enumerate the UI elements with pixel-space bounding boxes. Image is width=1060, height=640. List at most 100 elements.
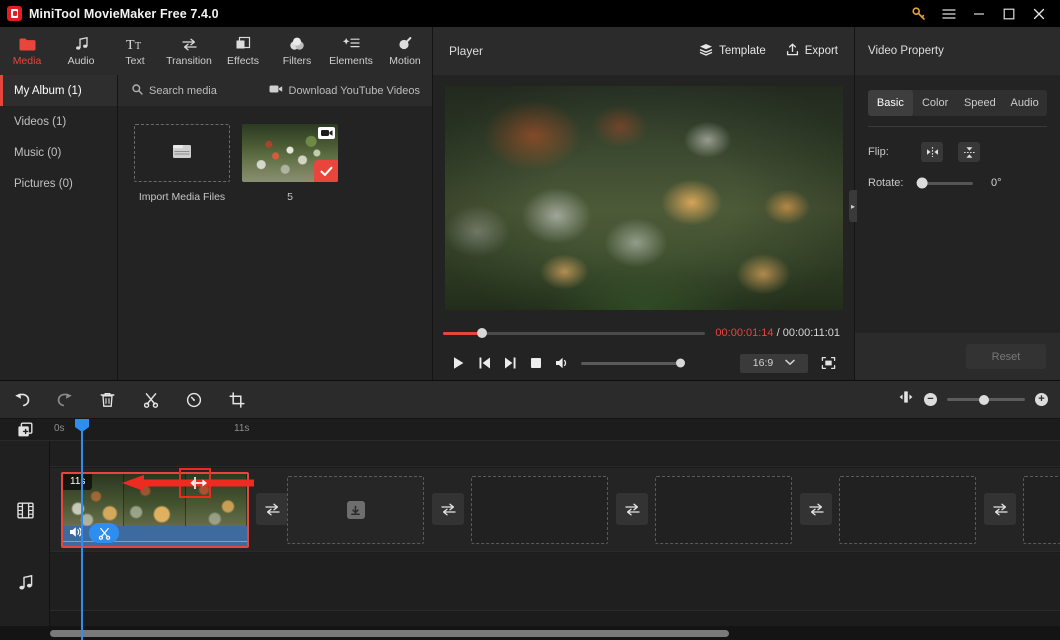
crop-icon[interactable] xyxy=(215,381,258,419)
add-media-icon[interactable] xyxy=(0,419,50,441)
sidebar-item-videos[interactable]: Videos (1) xyxy=(0,106,117,137)
transition-slot-button[interactable] xyxy=(616,493,648,525)
toolbar-item-text[interactable]: TT Text xyxy=(108,27,162,75)
aspect-ratio-select[interactable]: 16:9 xyxy=(740,353,808,373)
timeline-placeholder-slot[interactable] xyxy=(1023,476,1060,544)
tab-color[interactable]: Color xyxy=(913,90,958,116)
plus-icon[interactable]: + xyxy=(1035,393,1048,406)
player-header: Player Template Export xyxy=(433,27,854,75)
minus-icon[interactable]: − xyxy=(924,393,937,406)
export-button[interactable]: Export xyxy=(786,43,838,59)
download-youtube-label: Download YouTube Videos xyxy=(288,84,421,97)
film-strip-icon[interactable] xyxy=(0,468,50,552)
rotate-knob[interactable] xyxy=(916,177,928,189)
search-input[interactable]: Search media xyxy=(132,83,217,98)
flip-label: Flip: xyxy=(868,146,889,158)
key-icon[interactable] xyxy=(904,0,934,27)
timeline-zoom-knob[interactable] xyxy=(979,394,990,405)
toolbar-item-effects[interactable]: Effects xyxy=(216,27,270,75)
tab-label: Speed xyxy=(963,97,996,109)
toolbar-item-elements[interactable]: Elements xyxy=(324,27,378,75)
tab-basic[interactable]: Basic xyxy=(868,90,913,116)
timeline-toolbar: − + xyxy=(0,381,1060,419)
close-icon[interactable] xyxy=(1024,0,1054,27)
tab-label: Color xyxy=(921,97,949,109)
toolbar-item-filters[interactable]: Filters xyxy=(270,27,324,75)
media-thumbnail-item[interactable]: 5 xyxy=(242,124,338,203)
tab-speed[interactable]: Speed xyxy=(958,90,1003,116)
playback-progress-row: 00:00:01:14 / 00:00:11:01 xyxy=(433,320,854,346)
timeline-placeholder-slot[interactable] xyxy=(287,476,424,544)
hamburger-menu-icon[interactable] xyxy=(934,0,964,27)
stop-icon[interactable] xyxy=(523,350,549,376)
sidebar-item-pictures[interactable]: Pictures (0) xyxy=(0,168,117,199)
media-panel: My Album (1) Videos (1) Music (0) Pictur… xyxy=(0,75,432,380)
timeline-placeholder-slot[interactable] xyxy=(655,476,792,544)
trash-icon[interactable] xyxy=(86,381,129,419)
time-separator: / xyxy=(773,327,783,339)
panel-collapse-chevron-right-icon[interactable]: ▸ xyxy=(849,190,857,222)
toolbar-item-transition[interactable]: Transition xyxy=(162,27,216,75)
redo-arrow-icon[interactable] xyxy=(43,381,86,419)
fullscreen-icon[interactable] xyxy=(816,352,840,374)
vertical-divider-left xyxy=(432,27,433,380)
toolbar-label: Media xyxy=(12,55,42,67)
next-icon[interactable] xyxy=(497,350,523,376)
video-preview[interactable] xyxy=(444,85,843,310)
video-stage xyxy=(433,75,854,320)
transition-slot-button[interactable] xyxy=(984,493,1016,525)
play-icon[interactable] xyxy=(445,350,471,376)
volume-knob[interactable] xyxy=(676,358,685,368)
svg-text:T: T xyxy=(135,41,141,51)
toolbar-item-audio[interactable]: Audio xyxy=(54,27,108,75)
ruler-ticks[interactable]: 0s 11s xyxy=(50,419,1060,441)
playback-buttons: 16:9 xyxy=(433,346,854,380)
rotate-slider[interactable] xyxy=(916,177,973,189)
toolbar-item-motion[interactable]: Motion xyxy=(378,27,432,75)
timeline-placeholder-slot[interactable] xyxy=(839,476,976,544)
timeline-playhead[interactable] xyxy=(75,419,89,640)
fit-to-window-icon[interactable] xyxy=(898,390,914,409)
music-note-track-icon[interactable] xyxy=(0,553,50,611)
transition-slot-button[interactable] xyxy=(256,493,288,525)
property-tabs: Basic Color Speed Audio xyxy=(868,90,1047,116)
transition-slot-button[interactable] xyxy=(800,493,832,525)
media-thumbnail[interactable] xyxy=(242,124,338,182)
timeline-audio-track[interactable] xyxy=(50,553,1060,611)
volume-icon[interactable] xyxy=(549,350,575,376)
clip-split-button[interactable] xyxy=(89,523,119,543)
music-note-icon xyxy=(74,35,89,52)
scrollbar-thumb[interactable] xyxy=(50,630,729,637)
tab-audio[interactable]: Audio xyxy=(1002,90,1047,116)
flip-horizontal-icon[interactable] xyxy=(921,142,943,162)
sidebar-item-my-album[interactable]: My Album (1) xyxy=(0,75,117,106)
speedometer-icon[interactable] xyxy=(172,381,215,419)
toolbar-item-media[interactable]: Media xyxy=(0,27,54,75)
tab-label: Basic xyxy=(876,97,904,109)
progress-knob[interactable] xyxy=(477,328,488,338)
sidebar-item-music[interactable]: Music (0) xyxy=(0,137,117,168)
timeline-zoom-slider[interactable] xyxy=(947,394,1025,405)
minimize-icon[interactable] xyxy=(964,0,994,27)
undo-arrow-icon[interactable] xyxy=(0,381,43,419)
download-youtube-button[interactable]: Download YouTube Videos xyxy=(269,84,421,97)
transition-slot-button[interactable] xyxy=(432,493,464,525)
reset-button[interactable]: Reset xyxy=(966,344,1046,369)
scissors-icon[interactable] xyxy=(129,381,172,419)
import-dropzone[interactable] xyxy=(134,124,230,182)
previous-icon[interactable] xyxy=(471,350,497,376)
import-media-tile[interactable]: Import Media Files xyxy=(134,124,230,203)
volume-slider[interactable] xyxy=(581,358,685,368)
timeline-clip[interactable]: 11s xyxy=(61,472,249,548)
flip-vertical-icon[interactable] xyxy=(958,142,980,162)
timeline-horizontal-scrollbar[interactable] xyxy=(0,626,1060,640)
maximize-icon[interactable] xyxy=(994,0,1024,27)
timeline-placeholder-slot[interactable] xyxy=(471,476,608,544)
check-icon[interactable] xyxy=(314,160,338,182)
playback-progress-slider[interactable] xyxy=(443,328,706,338)
timeline-lane-top[interactable] xyxy=(50,441,1060,467)
layers-icon xyxy=(699,43,713,59)
toolbar-label: Filters xyxy=(282,55,312,67)
timeline-ruler: 0s 11s xyxy=(0,419,1060,441)
template-button[interactable]: Template xyxy=(699,43,766,59)
